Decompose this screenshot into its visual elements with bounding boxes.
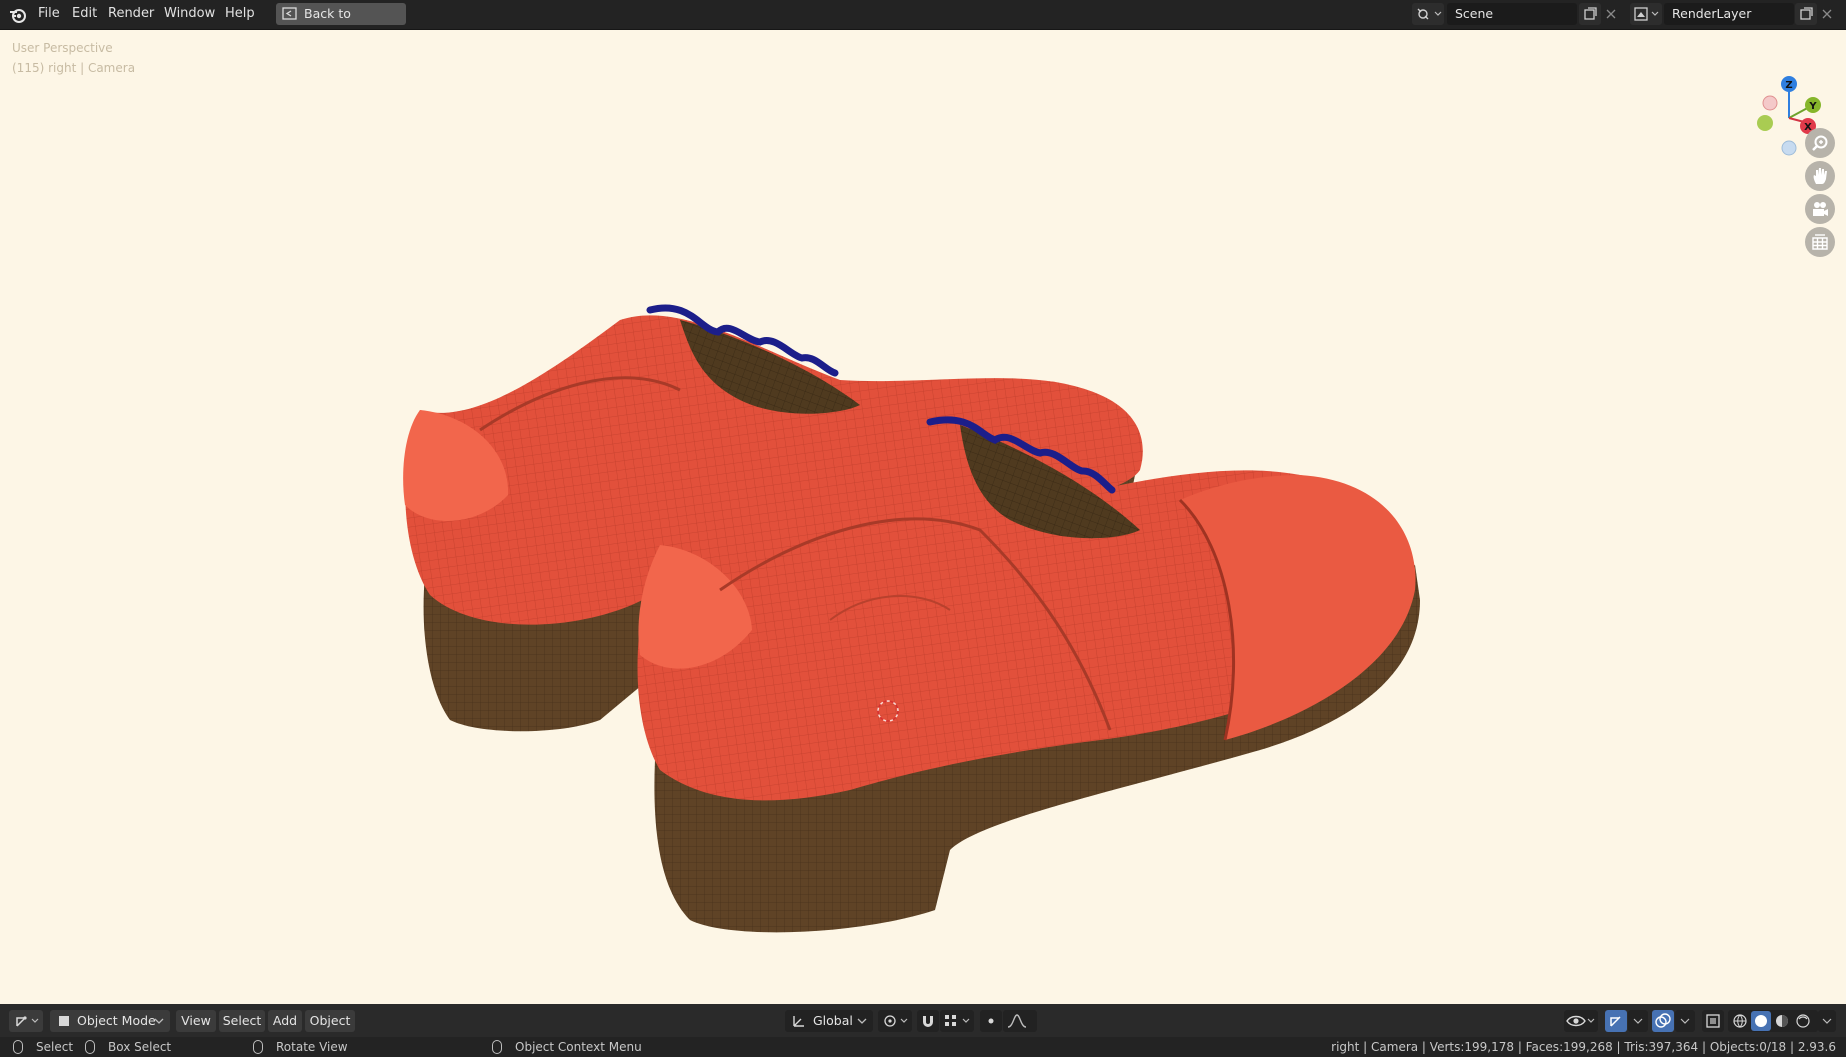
gizmo-z-label: Z [1785,80,1792,91]
menu-file[interactable]: File [34,0,64,29]
menu-render[interactable]: Render [104,0,158,29]
transform-orientation-dropdown[interactable]: Global [785,1010,873,1032]
zoom-view-button[interactable] [1805,128,1835,158]
add-menu[interactable]: Add [268,1010,302,1032]
snap-toggle-button[interactable] [917,1010,939,1032]
object-mode-dropdown[interactable]: Object Mode [50,1010,170,1032]
xray-icon [1706,1014,1720,1028]
gizmo-y-label: Y [1808,101,1817,112]
chevron-down-icon [1680,1018,1690,1024]
overlay-icon [1655,1013,1671,1028]
back-to-previous-button[interactable]: Back to Previous [276,3,406,43]
proportional-falloff-dropdown[interactable] [1003,1010,1037,1032]
new-scene-button[interactable] [1579,3,1601,25]
mouse-drag-icon [85,1040,95,1054]
rendered-shading-icon[interactable] [1796,1014,1810,1028]
gizmo-options-dropdown[interactable] [1628,1010,1648,1032]
close-icon [1606,9,1616,19]
object-visibility-dropdown[interactable] [1564,1010,1598,1032]
orientation-label: Global [813,1013,853,1028]
shading-options-dropdown[interactable] [1818,1010,1836,1032]
show-overlays-toggle[interactable] [1652,1010,1674,1032]
mouse-middle-icon [253,1040,263,1054]
wireframe-shading-icon[interactable] [1733,1014,1747,1028]
eye-icon [1566,1015,1595,1027]
grid-icon [1812,234,1828,250]
status-box-select-label: Box Select [108,1040,172,1054]
proportional-edit-icon [988,1018,994,1024]
magnet-icon [923,1016,933,1027]
menu-edit[interactable]: Edit [68,0,101,29]
pivot-icon [884,1015,908,1027]
object-menu[interactable]: Object [305,1010,355,1032]
select-menu[interactable]: Select [219,1010,265,1032]
show-gizmo-toggle[interactable] [1605,1010,1627,1032]
pan-view-button[interactable] [1805,161,1835,191]
view-layer-selector-button[interactable] [1630,3,1662,25]
top-bar: File Edit Render Window Help Back to Pre… [0,0,1846,43]
shoes-model[interactable] [0,30,1846,1034]
snap-grid-icon [945,1015,970,1026]
duplicate-icon [1584,7,1597,20]
view-menu[interactable]: View [176,1010,216,1032]
camera-view-button[interactable] [1805,194,1835,224]
delete-view-layer-button[interactable] [1817,3,1837,25]
duplicate-icon [1800,7,1813,20]
render-layer-field[interactable]: RenderLayer [1664,3,1794,25]
status-context-menu-label: Object Context Menu [515,1040,642,1054]
mouse-right-icon [492,1040,502,1054]
delete-scene-button[interactable] [1601,3,1621,25]
proportional-editing-toggle[interactable] [980,1010,1002,1032]
new-view-layer-button[interactable] [1795,3,1817,25]
material-shading-icon[interactable] [1776,1015,1788,1027]
editor-type-button[interactable] [9,1010,43,1032]
shading-mode-icons [1733,1011,1810,1031]
solid-shading-icon[interactable] [1755,1015,1767,1027]
shading-mode-group [1728,1010,1818,1032]
scene-statistics: right | Camera | Verts:199,178 | Faces:1… [1331,1040,1836,1054]
viewport-header: Object Mode View Select Add Object Globa… [0,1004,1846,1037]
scene-icon [1417,8,1442,20]
scene-name-field[interactable]: Scene [1447,3,1577,25]
3d-viewport[interactable]: User Perspective (115) right | Camera Z … [0,30,1846,1034]
toggle-ortho-button[interactable] [1805,227,1835,257]
object-mode-label: Object Mode [77,1013,156,1028]
mouse-left-icon [13,1040,23,1054]
menu-help[interactable]: Help [221,0,259,29]
close-icon [1822,9,1832,19]
object-mode-icon [59,1016,69,1026]
render-layer-icon [1634,7,1659,21]
camera-icon [1813,202,1828,216]
overlay-options-dropdown[interactable] [1675,1010,1695,1032]
chevron-down-icon [154,1018,164,1024]
chevron-down-icon [1822,1018,1832,1024]
snap-target-dropdown[interactable] [940,1010,974,1032]
gizmo-toggle-icon [1610,1016,1621,1027]
menu-window[interactable]: Window [160,0,219,29]
hand-icon [1813,168,1827,184]
orientation-axes-icon [793,1016,804,1027]
scene-selector-button[interactable] [1412,3,1444,25]
3d-viewport-icon [16,1016,39,1027]
blender-logo-icon[interactable] [8,5,28,25]
falloff-curve-icon [1007,1014,1027,1028]
3d-cursor-icon[interactable] [876,699,900,723]
chevron-down-icon [857,1018,867,1024]
pivot-point-dropdown[interactable] [878,1010,912,1032]
chevron-down-icon [1633,1018,1643,1024]
status-select-label: Select [36,1040,74,1054]
status-bar: Select Box Select Rotate View Object Con… [0,1037,1846,1057]
status-rotate-view-label: Rotate View [276,1040,348,1054]
xray-toggle[interactable] [1702,1010,1724,1032]
screen-back-icon [282,7,297,20]
magnifier-icon [1812,135,1828,151]
